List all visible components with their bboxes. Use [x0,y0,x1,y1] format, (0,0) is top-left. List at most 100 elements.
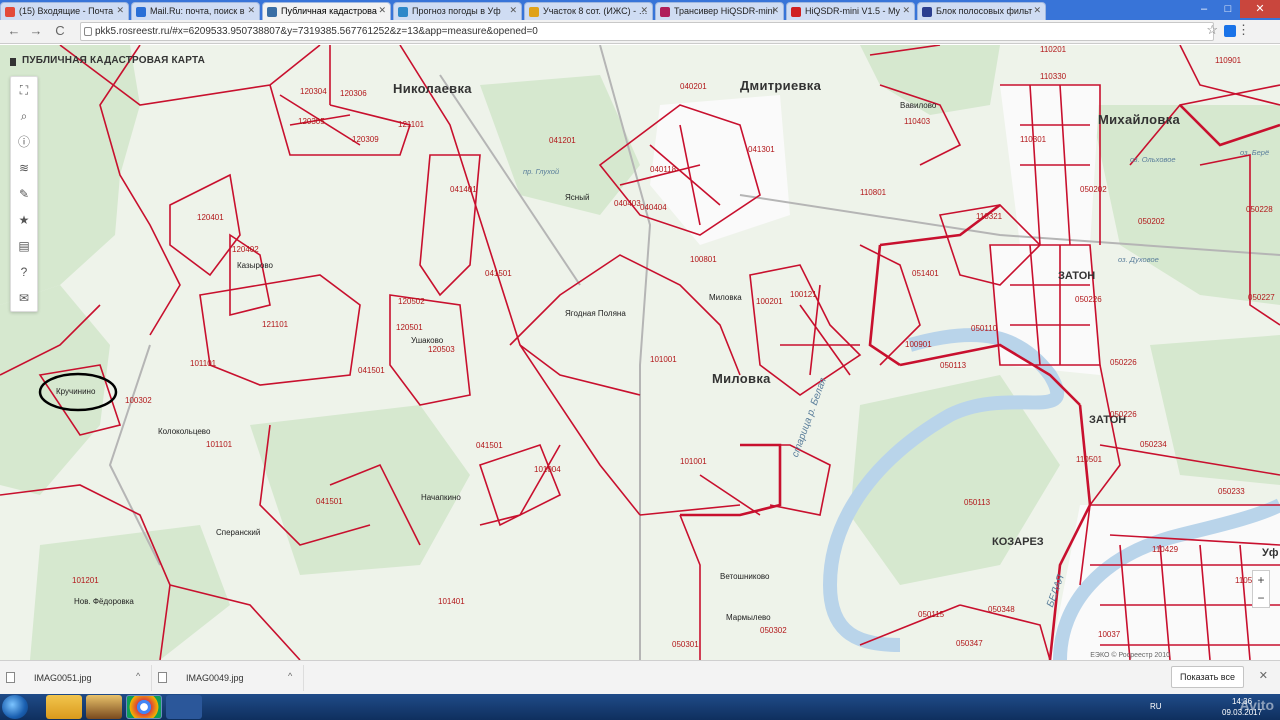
tab-favicon-icon [791,7,801,17]
place-label: Уф [1262,547,1279,559]
parcel-code-label: 041501 [316,497,343,506]
media-icon[interactable] [86,695,122,719]
explorer-icon[interactable] [46,695,82,719]
word-icon[interactable] [166,695,202,719]
tab-favicon-icon [136,7,146,17]
info-icon[interactable]: ⓘ [11,129,37,155]
parcel-code-label: 101101 [206,440,233,449]
start-button[interactable] [2,695,28,719]
tab-close-icon[interactable]: ✕ [247,5,255,16]
tab-close-icon[interactable]: ✕ [902,5,910,16]
browser-tab[interactable]: Mail.Ru: почта, поиск в ✕ [131,2,260,20]
place-label: Николаевка [393,81,472,96]
tab-title: Трансивер HiQSDR-mini [674,6,775,16]
parcel-code-label: 110321 [976,212,1003,221]
browser-tab[interactable]: Прогноз погоды в Уф ✕ [393,2,522,20]
parcel-code-label: 110901 [1215,56,1242,65]
close-window-button[interactable]: ✕ [1240,0,1280,18]
map-title: ПУБЛИЧНАЯ КАДАСТРОВАЯ КАРТА [22,55,206,66]
place-label: пр. Глухой [523,167,560,176]
browser-menu-icon[interactable]: ⋮ [1237,22,1250,38]
parcel-code-label: 101004 [534,465,561,474]
bookmark-star-icon[interactable]: ☆ [1206,22,1218,38]
windows-taskbar: RU 14:36 09.03.2017 Avito [0,694,1280,720]
zoom-out-button[interactable]: − [1253,589,1269,607]
zoom-control: + − [1252,570,1270,608]
parcel-code-label: 120306 [340,89,367,98]
minimize-button[interactable]: – [1192,0,1216,18]
download-item[interactable]: IMAG0049.jpg ^ [156,665,304,691]
download-filename: IMAG0049.jpg [186,673,244,683]
tab-close-icon[interactable]: ✕ [771,5,779,16]
tab-close-icon[interactable]: ✕ [509,5,517,16]
address-bar[interactable]: pkk5.rosreestr.ru/#x=6209533.950738807&y… [80,22,1214,41]
parcel-code-label: 050226 [1075,295,1102,304]
parcel-code-label: 041501 [358,366,385,375]
zoom-in-button[interactable]: + [1253,571,1269,589]
reload-button[interactable]: C [52,23,68,39]
browser-tab[interactable]: (15) Входящие - Почта ✕ [0,2,129,20]
print-icon[interactable]: ▤ [11,233,37,259]
pin-icon[interactable]: ⛶ [11,77,37,103]
tab-title: HiQSDR-mini V1.5 - My [805,6,901,16]
url-text: pkk5.rosreestr.ru/#x=6209533.950738807&y… [95,26,538,37]
browser-tab[interactable]: Публичная кадастрова ✕ [262,2,391,20]
tab-title: (15) Входящие - Почта [19,6,114,16]
search-icon[interactable]: ⌕ [11,103,37,129]
star-icon[interactable]: ★ [11,207,37,233]
chevron-up-icon[interactable]: ^ [136,671,140,681]
cadastral-map[interactable]: ПУБЛИЧНАЯ КАДАСТРОВАЯ КАРТА ⛶ ⌕ ⓘ ≋ ✎ ★ ▤? ✉ + … [0,45,1280,660]
chevron-up-icon[interactable]: ^ [288,671,292,681]
parcel-code-label: 10037 [1098,630,1121,639]
chrome-icon[interactable] [126,695,162,719]
parcel-code-label: 050301 [672,640,699,649]
parcel-code-label: 050115 [918,610,945,619]
parcel-code-label: 050202 [1138,217,1165,226]
pencil-icon[interactable]: ✎ [11,181,37,207]
help-icon[interactable]: ? [11,259,37,285]
place-label: оз. Духовое [1118,255,1159,264]
download-item[interactable]: IMAG0051.jpg ^ [4,665,152,691]
browser-tab[interactable]: HiQSDR-mini V1.5 - My ✕ [786,2,915,20]
parcel-code-label: 101401 [438,597,465,606]
show-all-downloads-button[interactable]: Показать все [1171,666,1244,688]
browser-tab[interactable]: Трансивер HiQSDR-mini ✕ [655,2,784,20]
parcel-code-label: 050233 [1218,487,1245,496]
tab-close-icon[interactable]: ✕ [116,5,124,16]
system-tray: RU 14:36 09.03.2017 Avito [1140,694,1280,720]
place-label: Миловка [712,371,771,386]
back-button[interactable]: ← [6,23,22,39]
parcel-code-label: 101001 [680,457,707,466]
parcel-code-label: 041201 [549,136,576,145]
place-label: Ясный [565,193,590,202]
place-label: Начапкино [421,493,461,502]
parcel-code-label: 120305 [298,117,325,126]
parcel-code-label: 041301 [748,145,775,154]
parcel-code-label: 040118 [650,165,677,174]
layers-icon[interactable]: ≋ [11,155,37,181]
tab-title: Участок 8 сот. (ИЖС) - … [543,6,648,16]
mail-icon[interactable]: ✉ [11,285,37,311]
browser-tab[interactable]: Участок 8 сот. (ИЖС) - … ✕ [524,2,653,20]
parcel-code-label: 051401 [912,269,939,278]
extension-icon[interactable] [1224,25,1236,37]
parcel-code-label: 1105 [1235,576,1253,585]
forward-button[interactable]: → [28,23,44,39]
tab-close-icon[interactable]: ✕ [640,5,648,16]
browser-tab[interactable]: Блок полосовых фильт ✕ [917,2,1046,20]
parcel-code-label: 120501 [396,323,423,332]
language-indicator[interactable]: RU [1150,702,1162,711]
tab-close-icon[interactable]: ✕ [1033,5,1041,16]
maximize-button[interactable]: □ [1216,0,1240,18]
parcel-code-label: 120402 [232,245,259,254]
parcel-code-label: 040403 [614,199,641,208]
tab-close-icon[interactable]: ✕ [378,5,386,16]
parcel-code-label: 110801 [860,188,887,197]
close-icon[interactable]: ✕ [1259,669,1268,682]
place-label: Вавилово [900,101,937,110]
place-label: оз. Ольховое [1130,155,1176,164]
parcel-code-label: 041501 [485,269,512,278]
image-file-icon [158,672,167,683]
map-copyright: ЕЭКО © Росреестр 2010 [1090,652,1170,659]
parcel-code-label: 110201 [1040,45,1067,54]
